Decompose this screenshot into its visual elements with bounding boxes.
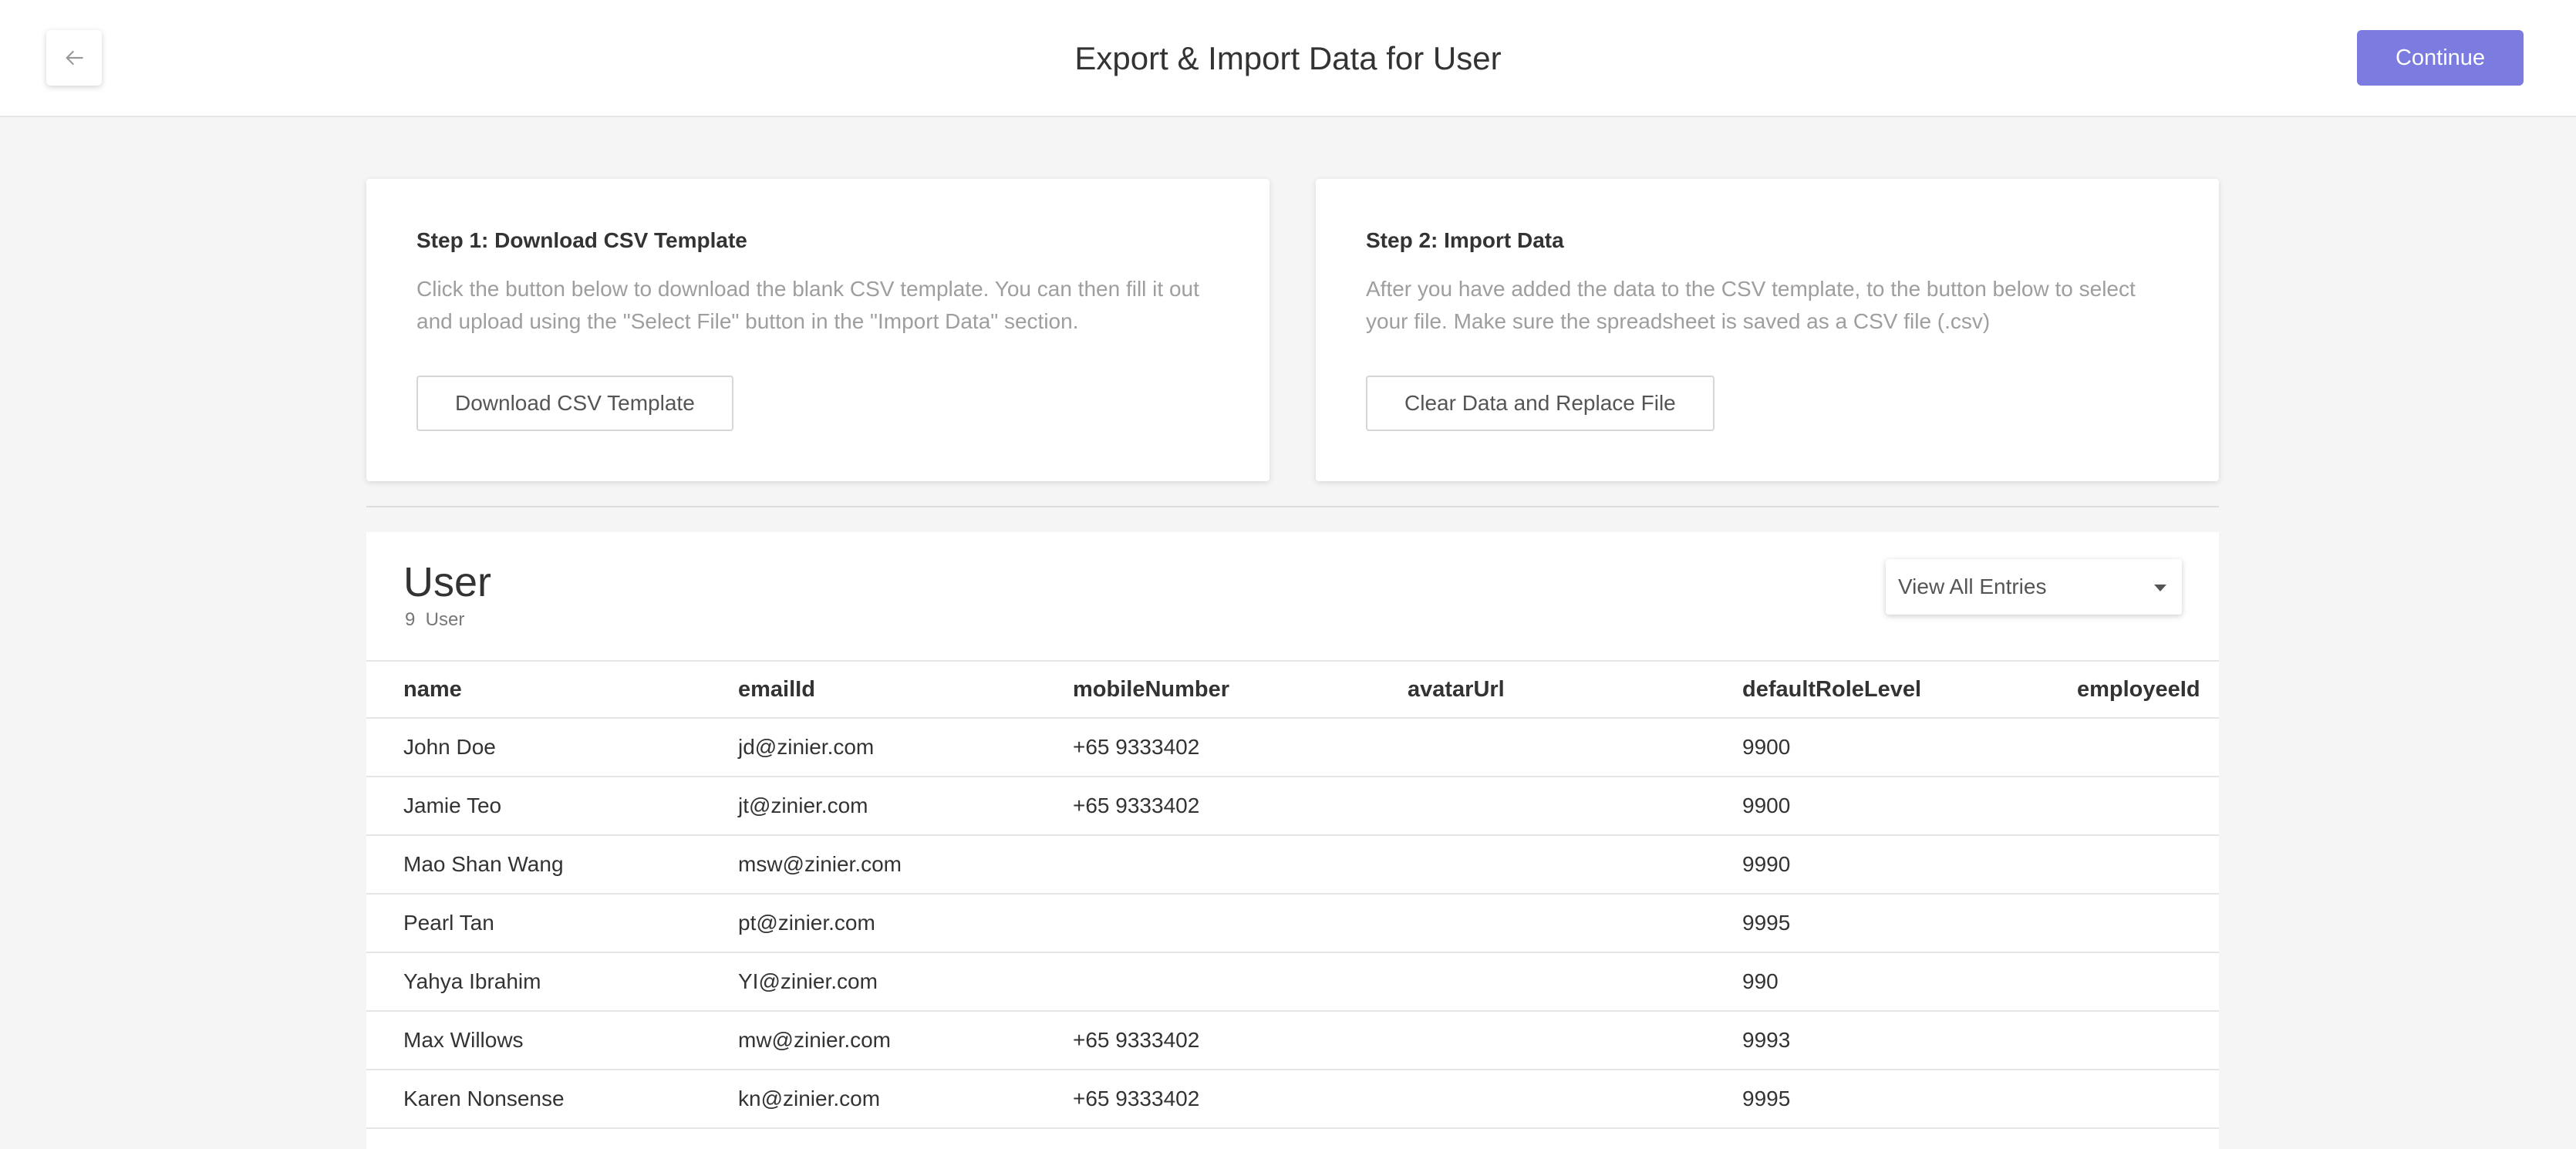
column-header: mobileNumber <box>1073 676 1230 702</box>
entity-count: 9 User <box>405 609 465 630</box>
table-cell <box>1371 835 1705 894</box>
step2-card: Step 2: Import Data After you have added… <box>1316 179 2219 481</box>
table-row[interactable]: Jamie Teo jt@zinier.com +65 9333402 9900 <box>366 777 2219 835</box>
step1-title: Step 1: Download CSV Template <box>416 228 747 252</box>
view-entries-select-value: View All Entries <box>1898 574 2047 598</box>
table-cell <box>1371 1011 1705 1070</box>
table-header-row: name emailId mobileNumber avatarUrl defa… <box>366 661 2219 718</box>
table-cell: 9995 <box>1742 911 1791 935</box>
table-cell: +65 9333402 <box>1073 1087 1200 1110</box>
column-header: emailId <box>738 676 815 702</box>
table-cell: John Doe <box>403 735 496 759</box>
table-cell <box>1371 718 1705 777</box>
table-cell <box>1036 894 1371 952</box>
top-header: Export & Import Data for User Continue <box>0 0 2576 117</box>
back-button[interactable] <box>46 30 102 86</box>
table-row[interactable]: Karen Nonsense kn@zinier.com +65 9333402… <box>366 1070 2219 1128</box>
table-cell <box>1371 894 1705 952</box>
table-cell <box>1036 835 1371 894</box>
entity-title: User <box>403 559 492 605</box>
table-cell: kn@zinier.com <box>738 1087 881 1110</box>
table-row[interactable]: Pearl Tan pt@zinier.com 9995 <box>366 894 2219 952</box>
continue-button[interactable]: Continue <box>2357 30 2524 86</box>
table-cell <box>2040 1070 2219 1128</box>
table-cell <box>1371 952 1705 1011</box>
table-cell: Jamie Teo <box>403 794 502 817</box>
table-cell: 9993 <box>1742 1028 1791 1052</box>
table-row[interactable]: Max Willows mw@zinier.com +65 9333402 99… <box>366 1011 2219 1070</box>
column-header: employeeId <box>2077 676 2200 702</box>
table-cell: pt@zinier.com <box>738 911 875 935</box>
table-cell: 9900 <box>1742 735 1791 759</box>
table-cell: jd@zinier.com <box>738 735 875 759</box>
step2-title: Step 2: Import Data <box>1366 228 1564 252</box>
table-cell: +65 9333402 <box>1073 1028 1200 1052</box>
section-divider <box>366 506 2219 507</box>
table-row[interactable]: John Doe jd@zinier.com +65 9333402 9900 <box>366 718 2219 777</box>
table-cell <box>2040 718 2219 777</box>
table-cell: 9990 <box>1742 852 1791 876</box>
table-cell: Yahya Ibrahim <box>403 969 541 993</box>
table-cell: Pearl Tan <box>403 911 494 935</box>
data-table-panel: User 9 User View All Entries name emailI… <box>366 532 2219 1149</box>
arrow-left-icon <box>66 50 83 66</box>
step1-description: Click the button below to download the b… <box>416 277 1199 333</box>
clear-data-replace-file-button[interactable]: Clear Data and Replace File <box>1366 376 1715 431</box>
column-header: avatarUrl <box>1408 676 1505 702</box>
table-cell: Karen Nonsense <box>403 1087 565 1110</box>
table-cell: 9900 <box>1742 794 1791 817</box>
table-cell: 9995 <box>1742 1087 1791 1110</box>
table-cell <box>2040 1011 2219 1070</box>
table-cell <box>1371 777 1705 835</box>
table-cell <box>2040 835 2219 894</box>
table-cell: +65 9333402 <box>1073 794 1200 817</box>
download-csv-template-button[interactable]: Download CSV Template <box>416 376 733 431</box>
table-cell <box>2040 952 2219 1011</box>
table-cell: 990 <box>1742 969 1779 993</box>
table-cell <box>1036 952 1371 1011</box>
step2-description: After you have added the data to the CSV… <box>1366 277 2136 333</box>
table-cell: YI@zinier.com <box>738 969 878 993</box>
table-cell <box>2040 894 2219 952</box>
caret-down-icon <box>2154 585 2166 591</box>
table-cell <box>1371 1070 1705 1128</box>
step1-card: Step 1: Download CSV Template Click the … <box>366 179 1269 481</box>
table-cell <box>2040 777 2219 835</box>
table-cell: mw@zinier.com <box>738 1028 892 1052</box>
view-entries-select[interactable]: View All Entries <box>1886 559 2182 615</box>
table-row[interactable]: Mao Shan Wang msw@zinier.com 9990 <box>366 835 2219 894</box>
table-cell: Mao Shan Wang <box>403 852 564 876</box>
table-row[interactable]: Yahya Ibrahim YI@zinier.com 990 <box>366 952 2219 1011</box>
table-cell: Max Willows <box>403 1028 524 1052</box>
table-cell: jt@zinier.com <box>738 794 868 817</box>
page-title: Export & Import Data for User <box>1074 40 1502 76</box>
data-table: name emailId mobileNumber avatarUrl defa… <box>366 660 2219 1129</box>
table-cell: msw@zinier.com <box>738 852 902 876</box>
column-header: name <box>403 676 462 702</box>
column-header: defaultRoleLevel <box>1742 676 1922 702</box>
table-cell: +65 9333402 <box>1073 735 1200 759</box>
